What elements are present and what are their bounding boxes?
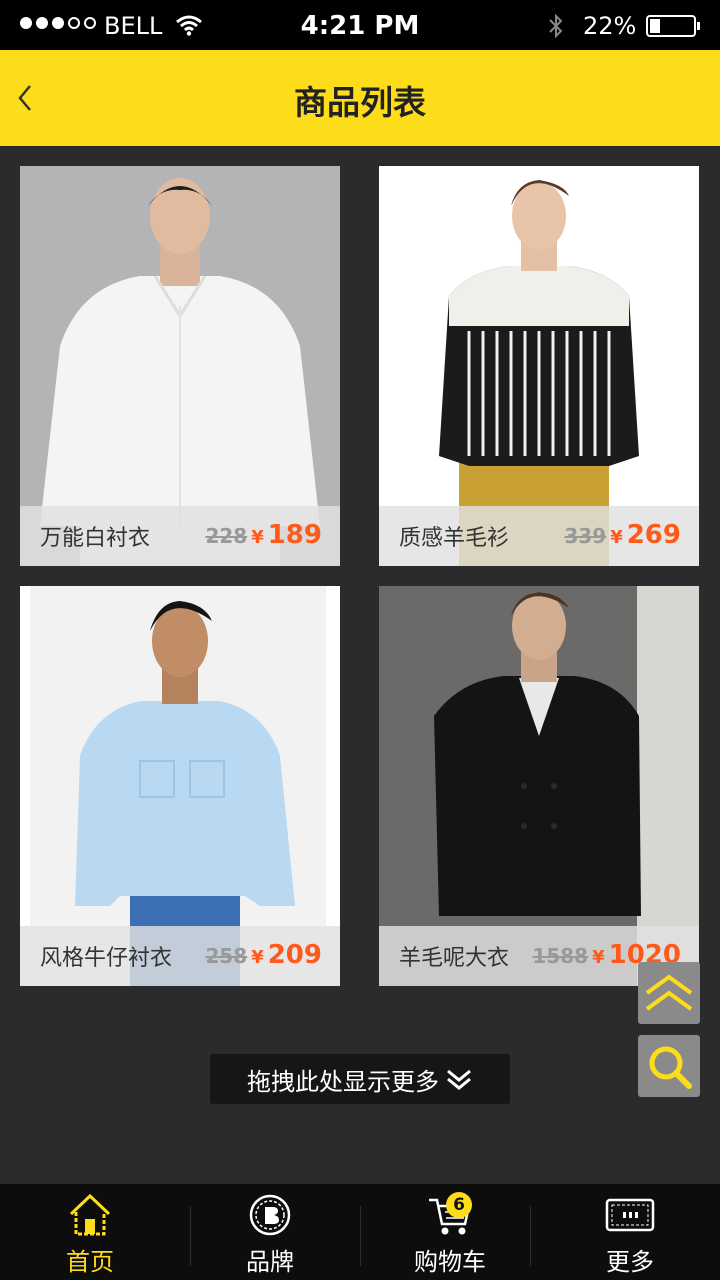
tab-divider: [530, 1206, 531, 1266]
tab-home[interactable]: 首页: [0, 1184, 180, 1280]
tab-label: 购物车: [414, 1248, 486, 1276]
product-name: 风格牛仔衬衣: [40, 946, 173, 971]
sale-price: 209: [267, 940, 322, 970]
original-price: 258: [205, 944, 248, 968]
scroll-to-top-button[interactable]: [638, 962, 700, 1024]
product-info: 万能白衬衣 228 ¥ 189: [20, 506, 340, 566]
tab-label: 首页: [66, 1248, 114, 1276]
product-name: 质感羊毛衫: [399, 526, 510, 551]
product-price: 339 ¥ 269: [564, 520, 681, 550]
double-chevron-down-icon: [447, 1069, 471, 1090]
page-title: 商品列表: [294, 83, 426, 122]
load-more-label: 拖拽此处显示更多: [247, 1067, 439, 1096]
currency-symbol: ¥: [592, 947, 605, 968]
app-header: 商品列表: [0, 50, 720, 146]
tab-label: 更多: [606, 1248, 654, 1276]
bottom-tab-bar: 首页 品牌 购物车 更多: [0, 1184, 720, 1280]
tab-more[interactable]: 更多: [540, 1184, 720, 1280]
battery-percent: 22%: [583, 12, 637, 40]
home-icon: [0, 1192, 180, 1238]
product-card[interactable]: 羊毛呢大衣 1588 ¥ 1020: [379, 586, 699, 986]
brand-icon: [180, 1192, 360, 1238]
tab-brand[interactable]: 品牌: [180, 1184, 360, 1280]
battery-icon: [646, 15, 700, 37]
product-info: 质感羊毛衫 339 ¥ 269: [379, 506, 699, 566]
original-price: 339: [564, 524, 607, 548]
tab-label: 品牌: [246, 1248, 294, 1276]
currency-symbol: ¥: [251, 947, 264, 968]
currency-symbol: ¥: [610, 527, 623, 548]
original-price: 1588: [532, 944, 589, 968]
product-price: 228 ¥ 189: [205, 520, 322, 550]
currency-symbol: ¥: [251, 527, 264, 548]
product-price: 258 ¥ 209: [205, 940, 322, 970]
product-card[interactable]: 万能白衬衣 228 ¥ 189: [20, 166, 340, 566]
product-info: 风格牛仔衬衣 258 ¥ 209: [20, 926, 340, 986]
sale-price: 269: [626, 520, 681, 550]
cart-count-badge: 6: [446, 1192, 472, 1218]
search-button[interactable]: [638, 1035, 700, 1097]
product-name: 羊毛呢大衣: [399, 946, 510, 971]
bluetooth-icon: [548, 13, 564, 43]
more-icon: [540, 1192, 720, 1238]
double-chevron-up-icon: [645, 974, 693, 1011]
product-card[interactable]: 风格牛仔衬衣 258 ¥ 209: [20, 586, 340, 986]
load-more-button[interactable]: 拖拽此处显示更多: [210, 1054, 510, 1104]
product-card[interactable]: 质感羊毛衫 339 ¥ 269: [379, 166, 699, 566]
product-name: 万能白衬衣: [40, 526, 151, 551]
status-bar: BELL 4:21 PM 22%: [0, 0, 720, 50]
search-icon: [649, 1046, 692, 1089]
original-price: 228: [205, 524, 248, 548]
sale-price: 189: [267, 520, 322, 550]
